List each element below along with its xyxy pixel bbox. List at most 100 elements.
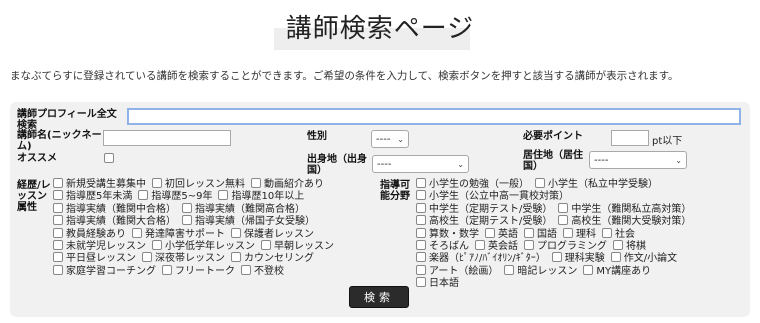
residence-select[interactable]: ---- ⌄ <box>589 151 687 169</box>
fields-option[interactable]: 暗記レッスン <box>504 264 577 277</box>
fields-checkbox[interactable] <box>558 202 569 213</box>
career-checkbox[interactable] <box>53 240 63 251</box>
career-checkbox[interactable] <box>138 190 149 201</box>
fields-checkbox[interactable] <box>416 190 426 201</box>
fields-option[interactable]: 算数・数学 <box>416 227 479 240</box>
career-option[interactable]: 指導実績（難関中合格） <box>53 202 176 215</box>
career-option[interactable]: 新規受講生募集中 <box>53 178 146 190</box>
fields-checkbox[interactable] <box>613 240 623 251</box>
fields-checkbox[interactable] <box>524 227 534 238</box>
fields-checkbox[interactable] <box>504 264 515 275</box>
career-option[interactable]: フリートーク <box>162 264 235 277</box>
fields-option[interactable]: 小学生の勉強（一般） <box>416 178 529 190</box>
career-option[interactable]: 未就学児レッスン <box>53 240 146 252</box>
teacher-name-input[interactable] <box>103 130 231 146</box>
career-checkbox[interactable] <box>182 202 192 213</box>
career-option[interactable]: 教員経験あり <box>53 227 126 240</box>
career-checkbox[interactable] <box>53 227 63 238</box>
fields-checkbox[interactable] <box>602 227 612 238</box>
fields-checkbox[interactable] <box>416 277 426 288</box>
fields-option[interactable]: 小学生（公立中高一貫校対策） <box>416 190 569 202</box>
career-checkbox[interactable] <box>152 178 162 188</box>
career-checkbox[interactable] <box>261 240 271 251</box>
origin-select[interactable]: ---- ⌄ <box>372 155 469 173</box>
career-checkbox[interactable] <box>218 190 229 201</box>
fields-option[interactable]: そろばん <box>416 240 469 252</box>
fields-option[interactable]: 理科 <box>563 227 596 240</box>
fields-checkbox[interactable] <box>485 227 495 238</box>
fields-option[interactable]: 理科実験 <box>551 252 605 264</box>
fields-option[interactable]: 英語 <box>485 227 518 240</box>
career-option[interactable]: 不登校 <box>241 264 284 277</box>
career-checkbox[interactable] <box>162 264 172 275</box>
career-checkbox[interactable] <box>53 215 63 226</box>
fields-checkbox[interactable] <box>416 252 426 263</box>
fields-option[interactable]: プログラミング <box>524 240 607 252</box>
fields-option[interactable]: 将棋 <box>613 240 646 252</box>
career-checkbox[interactable] <box>53 190 63 201</box>
career-row: 教員経験あり 発達障害サポート 保護者レッスン <box>53 227 340 240</box>
career-option[interactable]: 指導実績（難関高合格） <box>182 202 305 215</box>
fields-option[interactable]: 中学生（定期テスト/受験） <box>416 202 552 215</box>
career-option[interactable]: 指導歴5~9年 <box>138 190 212 202</box>
fields-option[interactable]: 社会 <box>602 227 635 240</box>
career-option[interactable]: カウンセリング <box>231 252 314 264</box>
fields-checkbox[interactable] <box>563 227 573 238</box>
fields-option[interactable]: 高校生（難関大受験対策） <box>558 215 691 227</box>
fields-checkbox[interactable] <box>475 240 485 251</box>
career-option[interactable]: 動画紹介あり <box>251 178 324 190</box>
career-option[interactable]: 指導歴5年未満 <box>53 190 132 202</box>
fields-option[interactable]: 日本語 <box>416 277 459 289</box>
career-checkbox[interactable] <box>53 178 63 188</box>
career-checkbox[interactable] <box>182 215 192 226</box>
career-checkbox[interactable] <box>53 252 63 263</box>
recommend-checkbox[interactable] <box>104 153 114 163</box>
fields-checkbox[interactable] <box>416 178 426 188</box>
career-checkbox[interactable] <box>53 202 63 213</box>
fields-checkbox[interactable] <box>416 240 426 251</box>
career-checkbox[interactable] <box>231 252 241 263</box>
fields-checkbox[interactable] <box>524 240 534 251</box>
career-checkbox[interactable] <box>132 227 142 238</box>
fields-option[interactable]: 中学生（難関私立高対策） <box>558 202 691 215</box>
fields-checkbox[interactable] <box>551 252 562 263</box>
career-option[interactable]: 初回レッスン無料 <box>152 178 245 190</box>
career-checkbox[interactable] <box>142 252 152 263</box>
career-checkbox[interactable] <box>152 240 162 251</box>
career-checkbox[interactable] <box>53 264 63 275</box>
career-checkbox[interactable] <box>231 227 241 238</box>
profile-fulltext-input[interactable] <box>127 108 741 125</box>
career-option[interactable]: 発達障害サポート <box>132 227 225 240</box>
fields-checkbox[interactable] <box>610 252 621 263</box>
fields-checkbox[interactable] <box>416 227 426 238</box>
points-input[interactable] <box>611 130 649 146</box>
career-option[interactable]: 小学低学年レッスン <box>152 240 255 252</box>
career-option[interactable]: 平日昼レッスン <box>53 252 136 264</box>
career-option[interactable]: 指導歴10年以上 <box>218 190 304 202</box>
search-button[interactable]: 検索 <box>349 286 409 308</box>
career-option[interactable]: 指導実績（帰国子女受験） <box>182 215 315 227</box>
points-label: 必要ポイント <box>523 131 583 142</box>
career-option[interactable]: 保護者レッスン <box>231 227 314 240</box>
career-option[interactable]: 家庭学習コーチング <box>53 264 156 277</box>
fields-option[interactable]: 作文/小論文 <box>610 252 677 264</box>
fields-option[interactable]: 英会話 <box>475 240 518 252</box>
fields-option[interactable]: 高校生（定期テスト/受験） <box>416 215 552 227</box>
career-option[interactable]: 深夜帯レッスン <box>142 252 225 264</box>
fields-checkbox[interactable] <box>416 202 426 213</box>
fields-option[interactable]: 小学生（私立中学受験） <box>535 178 658 190</box>
fields-option[interactable]: MY講座あり <box>583 264 651 277</box>
fields-checkbox[interactable] <box>416 215 426 226</box>
career-checkbox[interactable] <box>251 178 261 188</box>
fields-checkbox[interactable] <box>583 264 594 275</box>
fields-option[interactable]: 国語 <box>524 227 557 240</box>
career-option[interactable]: 指導実績（難関大合格） <box>53 215 176 227</box>
fields-checkbox[interactable] <box>535 178 545 188</box>
career-checkbox[interactable] <box>241 264 251 275</box>
fields-checkbox[interactable] <box>558 215 569 226</box>
career-option[interactable]: 早朝レッスン <box>261 240 334 252</box>
fields-option[interactable]: アート（絵画） <box>416 264 498 277</box>
gender-select[interactable]: ---- ⌄ <box>371 130 409 148</box>
fields-checkbox[interactable] <box>416 264 426 275</box>
fields-option[interactable]: 楽器（ﾋﾟｱﾉ/ﾊﾞｲｵﾘﾝ/ｷﾞﾀｰ） <box>416 252 546 264</box>
